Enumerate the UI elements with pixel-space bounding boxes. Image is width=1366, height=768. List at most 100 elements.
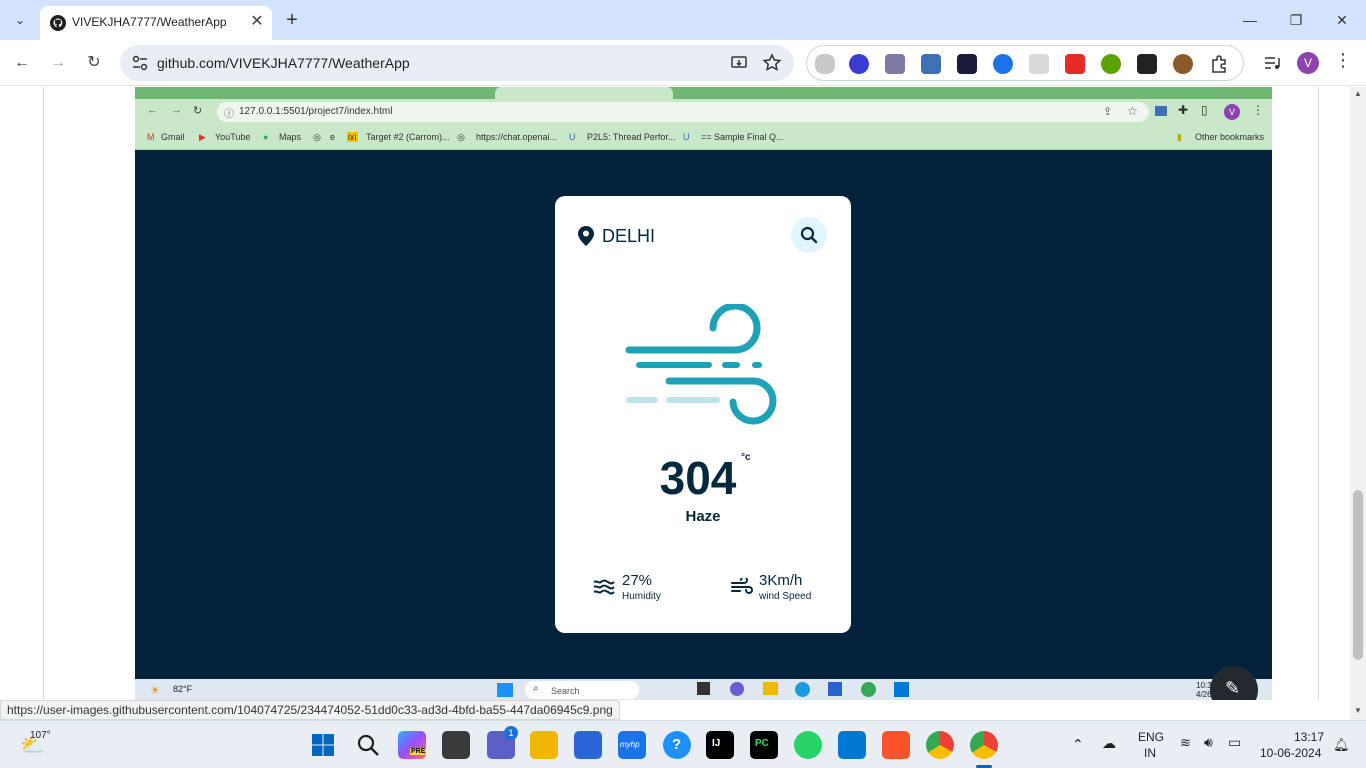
tab-title: VIVEKJHA7777/WeatherApp [72,15,227,29]
extension-cookie-icon[interactable] [1173,54,1193,74]
notifications-bell-icon[interactable]: 🔔︎ [1333,737,1350,753]
pycharm-icon[interactable]: PC [750,731,778,759]
inner-reload-icon: ↻ [193,105,203,117]
inner-url-text: 127.0.0.1:5501/project7/index.html [239,106,393,117]
weather-description: Haze [685,508,721,525]
university-icon: U [569,132,576,142]
extension-react-icon[interactable] [957,54,977,74]
location-pin-icon [578,226,594,246]
whatsapp-icon[interactable] [794,731,822,759]
microsoft-store-icon[interactable] [574,731,602,759]
page-left-border [43,87,44,700]
extension-window-icon[interactable] [921,54,941,74]
extension-face-icon[interactable] [849,54,869,74]
extension-blue-circle-icon[interactable] [993,54,1013,74]
page-right-border [1318,87,1319,700]
back-arrow-icon[interactable]: ← [10,51,34,75]
youtube-icon: ▶ [199,132,206,142]
inner-vscode-icon [894,682,909,697]
address-bar[interactable]: github.com/VIVEKJHA7777/WeatherApp [120,45,794,81]
scrollbar-thumb[interactable] [1353,490,1363,660]
inner-info-icon: ⓘ [224,109,234,120]
reload-icon[interactable]: ↻ [82,51,106,75]
volume-icon[interactable]: 🔊︎ [1204,734,1213,751]
bookmark-star-icon[interactable] [762,53,782,73]
language-top[interactable]: ENG [1138,730,1164,744]
minimize-button[interactable]: — [1230,6,1270,34]
wind-speed-label: wind Speed [759,591,812,602]
extension-slash-icon[interactable] [1137,54,1157,74]
tab-search-dropdown-icon[interactable]: ⌄ [8,9,32,31]
pc-label-icon: PC [755,738,769,749]
page-viewport: ← → ↻ ⓘ 127.0.0.1:5501/project7/index.ht… [0,87,1350,700]
clock-date[interactable]: 10-06-2024 [1260,746,1321,760]
windows-taskbar: ⛅ 107° PRE 1 myhp ? IJ PC ⌃ ☁ ENG IN ≋ 🔊… [0,720,1366,768]
task-view-icon[interactable] [442,731,470,759]
wifi-icon[interactable]: ≋ [1180,735,1191,751]
bookmark-other: Other bookmarks [1195,132,1265,142]
inner-weather-temp: 82°F [173,684,193,694]
search-icon [800,226,818,244]
vscode-icon[interactable] [838,731,866,759]
extensions-area [806,45,1244,81]
bookmark-maps: Maps [279,132,302,142]
inner-toolbar: ← → ↻ ⓘ 127.0.0.1:5501/project7/index.ht… [135,99,1272,125]
taskbar-search-icon[interactable] [356,733,380,757]
close-window-button[interactable]: ✕ [1322,6,1362,34]
extensions-puzzle-icon[interactable] [1209,54,1229,74]
inner-edge-icon [795,682,810,697]
inner-forward-icon: → [171,104,182,116]
inner-chrome-icon [861,682,876,697]
humidity-label: Humidity [622,591,661,602]
search-button[interactable] [791,217,827,253]
city-name: DELHI [602,226,656,246]
brave-icon[interactable] [882,731,910,759]
intellij-icon[interactable]: IJ [706,731,734,759]
link-status-url: https://user-images.githubusercontent.co… [0,700,620,720]
new-tab-button[interactable]: + [280,9,304,31]
page-scrollbar[interactable]: ▲ ▼ [1350,87,1366,720]
extension-youtube-icon[interactable] [1065,54,1085,74]
inner-teams-icon [730,682,744,696]
site-info-icon[interactable] [130,53,150,73]
media-control-icon[interactable] [1262,53,1282,73]
browser-menu-icon[interactable]: ⋮ [1334,50,1352,71]
scroll-up-icon[interactable]: ▲ [1354,89,1362,98]
extension-plus-icon[interactable] [1101,54,1121,74]
onedrive-cloud-icon[interactable]: ☁ [1102,735,1116,752]
weather-widget-temp: 107° [30,730,51,741]
clock-time[interactable]: 13:17 [1294,730,1324,744]
maximize-button[interactable]: ❐ [1276,6,1316,34]
browser-tab-active[interactable]: VIVEKJHA7777/WeatherApp ✕ [40,6,272,40]
copilot-icon[interactable]: PRE [398,731,427,759]
inner-sidepanel-icon: ▯ [1201,103,1208,117]
inner-search-text: Search [551,686,580,696]
wind-speed-icon [731,578,753,594]
forward-arrow-icon[interactable]: → [46,51,70,75]
extension-mail-icon[interactable] [885,54,905,74]
screenshot-image[interactable]: ← → ↻ ⓘ 127.0.0.1:5501/project7/index.ht… [135,87,1272,700]
inner-extension-icon [1155,106,1167,116]
myhp-icon[interactable]: myhp [618,731,646,759]
chrome-profile-a-icon[interactable] [926,731,954,759]
show-hidden-icons-chevron-icon[interactable]: ⌃ [1072,736,1084,753]
extension-mouse-icon[interactable] [815,54,835,74]
globe-icon: ◎ [313,132,321,142]
inner-taskbar: ☀ 82°F ⌕ Search 10:30 4/26/2023 [135,679,1272,700]
help-icon[interactable]: ? [663,731,691,759]
url-text: github.com/VIVEKJHA7777/WeatherApp [157,55,410,71]
inner-weather-icon: ☀ [150,685,160,697]
inner-puzzle-icon: ✚ [1178,103,1189,117]
file-explorer-icon[interactable] [530,731,558,759]
extension-a-icon[interactable] [1029,54,1049,74]
language-bottom[interactable]: IN [1144,746,1156,760]
scroll-down-icon[interactable]: ▼ [1354,706,1362,715]
chrome-profile-v-icon[interactable] [970,731,998,759]
install-app-icon[interactable] [730,54,748,72]
profile-avatar[interactable]: V [1297,52,1319,74]
teams-icon[interactable]: 1 [487,726,518,759]
tab-close-icon[interactable]: ✕ [246,11,268,33]
temperature-value: 304 [659,452,737,504]
battery-icon[interactable]: ▭ [1228,734,1241,751]
windows-start-icon[interactable] [311,733,335,757]
